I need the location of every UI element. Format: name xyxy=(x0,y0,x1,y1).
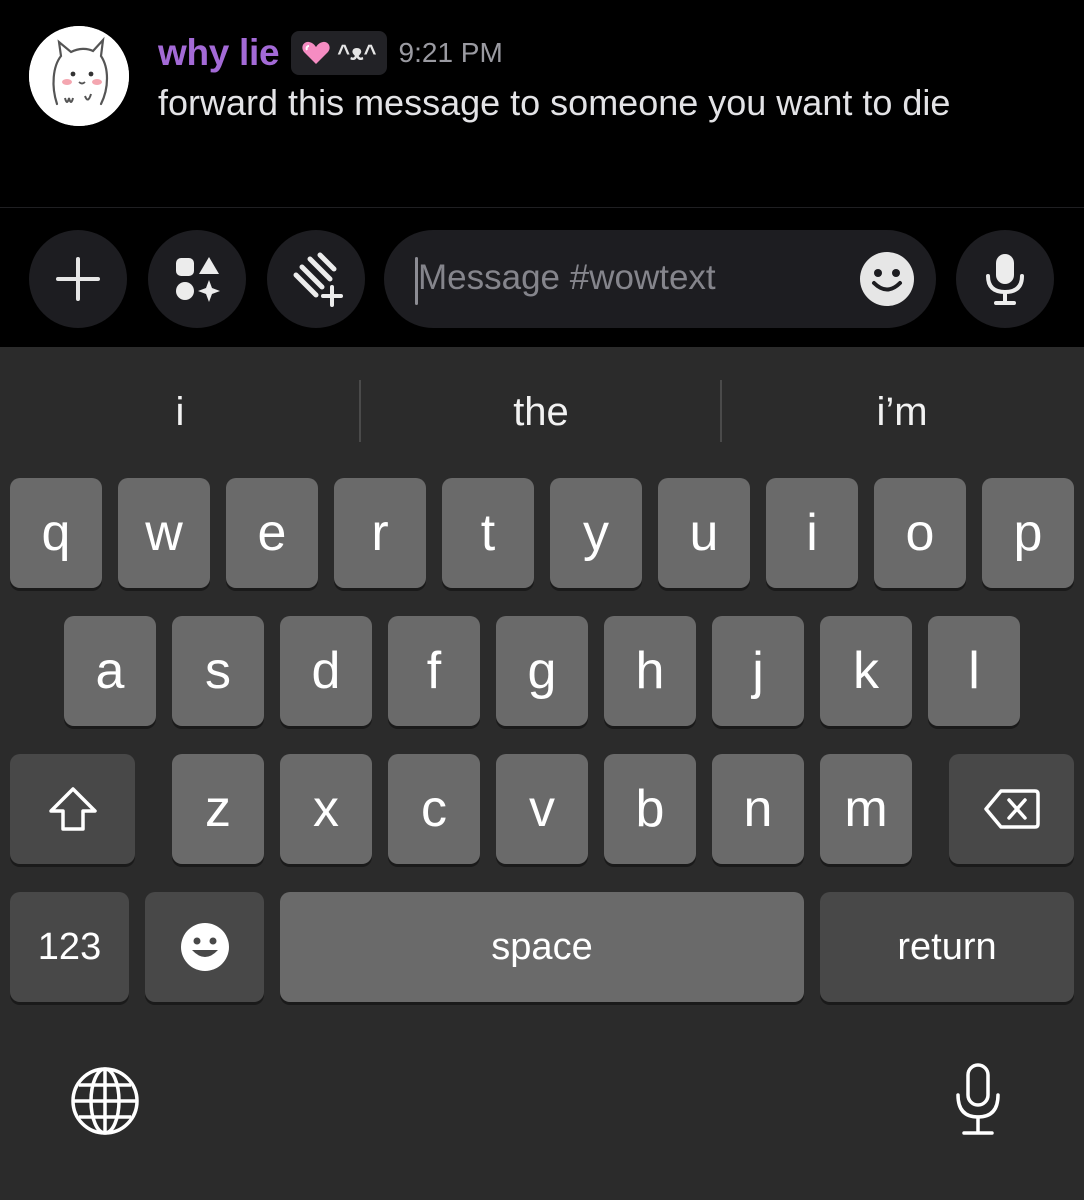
key-t[interactable]: t xyxy=(442,478,534,588)
key-u[interactable]: u xyxy=(658,478,750,588)
key-l[interactable]: l xyxy=(928,616,1020,726)
tag-text: ^ᴥ^ xyxy=(337,40,377,65)
key-e[interactable]: e xyxy=(226,478,318,588)
suggestion-item[interactable]: the xyxy=(391,377,691,447)
key-w[interactable]: w xyxy=(118,478,210,588)
key-x[interactable]: x xyxy=(280,754,372,864)
key-y[interactable]: y xyxy=(550,478,642,588)
timestamp: 9:21 PM xyxy=(398,37,503,68)
space-key[interactable]: space xyxy=(280,892,804,1002)
cat-avatar-icon xyxy=(29,26,129,126)
suggestion-item[interactable]: i’m xyxy=(752,377,1052,447)
numbers-key[interactable]: 123 xyxy=(10,892,129,1002)
avatar[interactable] xyxy=(29,26,129,126)
delete-icon xyxy=(983,789,1040,829)
key-b[interactable]: b xyxy=(604,754,696,864)
key-n[interactable]: n xyxy=(712,754,804,864)
key-s[interactable]: s xyxy=(172,616,264,726)
message-header: why lie ^ᴥ^ 9:21 PM xyxy=(158,28,503,78)
key-a[interactable]: a xyxy=(64,616,156,726)
shift-key[interactable] xyxy=(10,754,135,864)
username[interactable]: why lie xyxy=(158,32,280,74)
key-j[interactable]: j xyxy=(712,616,804,726)
key-k[interactable]: k xyxy=(820,616,912,726)
message-input-placeholder: Message #wowtext xyxy=(418,258,716,297)
gift-button[interactable] xyxy=(267,230,365,328)
dictation-icon[interactable] xyxy=(938,1059,1018,1139)
add-button[interactable] xyxy=(29,230,127,328)
key-p[interactable]: p xyxy=(982,478,1074,588)
message-area: why lie ^ᴥ^ 9:21 PM forward this message… xyxy=(0,0,1084,208)
message-text: forward this message to someone you want… xyxy=(158,82,951,123)
microphone-icon xyxy=(986,254,1024,305)
key-v[interactable]: v xyxy=(496,754,588,864)
suggestion-item[interactable]: i xyxy=(30,377,330,447)
emoji-keyboard-icon xyxy=(180,923,229,971)
composer-bar: Message #wowtext xyxy=(0,209,1084,347)
keyboard: i the i’m q w e r t y u i o p a s d f g … xyxy=(0,347,1084,1200)
key-f[interactable]: f xyxy=(388,616,480,726)
key-h[interactable]: h xyxy=(604,616,696,726)
return-key[interactable]: return xyxy=(820,892,1074,1002)
suggestion-bar: i the i’m xyxy=(0,347,1084,475)
key-i[interactable]: i xyxy=(766,478,858,588)
apps-icon xyxy=(176,257,220,302)
key-o[interactable]: o xyxy=(874,478,966,588)
pink-heart-icon xyxy=(302,41,330,64)
emoji-icon[interactable] xyxy=(860,252,914,306)
key-g[interactable]: g xyxy=(496,616,588,726)
voice-message-button[interactable] xyxy=(956,230,1054,328)
suggestion-divider xyxy=(720,380,722,442)
shift-icon xyxy=(48,787,97,831)
suggestion-divider xyxy=(359,380,361,442)
user-tag-badge: ^ᴥ^ xyxy=(291,31,387,75)
emoji-keyboard-key[interactable] xyxy=(145,892,264,1002)
key-c[interactable]: c xyxy=(388,754,480,864)
key-d[interactable]: d xyxy=(280,616,372,726)
plus-icon xyxy=(56,257,100,301)
apps-button[interactable] xyxy=(148,230,246,328)
delete-key[interactable] xyxy=(949,754,1074,864)
key-q[interactable]: q xyxy=(10,478,102,588)
key-r[interactable]: r xyxy=(334,478,426,588)
globe-icon[interactable] xyxy=(65,1061,145,1141)
key-m[interactable]: m xyxy=(820,754,912,864)
message-input[interactable]: Message #wowtext xyxy=(384,230,936,328)
key-z[interactable]: z xyxy=(172,754,264,864)
gift-icon xyxy=(293,252,343,307)
